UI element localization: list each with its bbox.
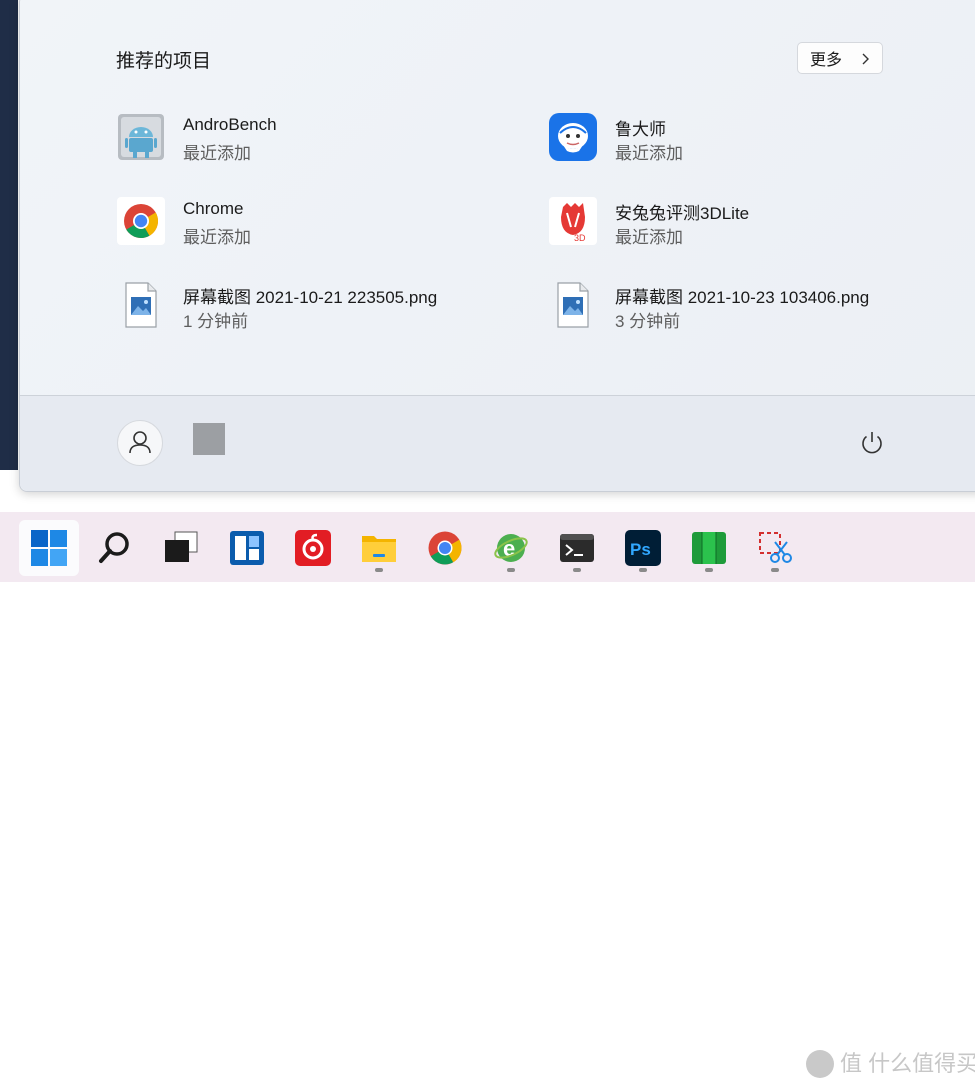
- recommended-item-ludashi[interactable]: 鲁大师 最近添加: [549, 113, 929, 173]
- folder-icon: [362, 536, 396, 562]
- taskbar-task-view[interactable]: [151, 520, 211, 576]
- recommended-item-antutu[interactable]: 3D 安兔兔评测3DLite 最近添加: [549, 197, 929, 257]
- running-indicator: [507, 568, 515, 572]
- start-menu-footer: [20, 396, 975, 491]
- chrome-icon: [428, 531, 462, 565]
- start-button[interactable]: [19, 520, 79, 576]
- photoshop-icon: Ps: [625, 530, 661, 566]
- item-subtitle: 最近添加: [615, 144, 683, 163]
- svg-text:Ps: Ps: [630, 540, 651, 559]
- antutu-icon: 3D: [549, 197, 597, 245]
- item-name: 鲁大师: [615, 120, 666, 139]
- green-app-icon: [692, 532, 726, 564]
- windows-logo-icon: [31, 530, 67, 566]
- desktop-background: [0, 0, 18, 470]
- taskbar-netease-music[interactable]: [283, 520, 343, 576]
- item-subtitle: 3 分钟前: [615, 312, 681, 331]
- item-subtitle: 最近添加: [615, 228, 683, 247]
- taskbar-photoshop[interactable]: Ps: [613, 520, 673, 576]
- netease-music-icon: [295, 530, 331, 566]
- taskbar-terminal[interactable]: [547, 520, 607, 576]
- footer-divider: [20, 395, 975, 396]
- taskbar: e Ps 值 什么值得买: [0, 512, 975, 1078]
- widgets-icon: [230, 531, 264, 565]
- recommended-item-screenshot-1[interactable]: 屏幕截图 2021-10-21 223505.png 1 分钟前: [117, 281, 497, 341]
- watermark-text: 值 什么值得买: [840, 1051, 975, 1076]
- recommended-item-androbench[interactable]: AndroBench 最近添加: [117, 113, 497, 173]
- user-account-button[interactable]: [117, 420, 163, 466]
- start-menu: 推荐的项目 更多 AndroBench 最近添加 鲁大师 最近添加 Chrome…: [19, 0, 975, 492]
- running-indicator: [705, 568, 713, 572]
- user-icon: [129, 431, 151, 454]
- item-subtitle: 最近添加: [183, 144, 251, 163]
- ludashi-icon: [549, 113, 597, 161]
- item-name: 屏幕截图 2021-10-23 103406.png: [615, 288, 870, 307]
- running-indicator: [375, 568, 383, 572]
- recommended-item-chrome[interactable]: Chrome 最近添加: [117, 197, 497, 257]
- chrome-icon: [117, 197, 165, 245]
- taskbar-snipping-tool[interactable]: [745, 520, 805, 576]
- item-subtitle: 1 分钟前: [183, 312, 249, 331]
- snipping-tool-icon: [759, 532, 792, 563]
- item-name: Chrome: [183, 199, 244, 218]
- taskbar-ie-browser[interactable]: e: [481, 520, 541, 576]
- running-indicator: [639, 568, 647, 572]
- ie-browser-icon: e: [494, 534, 528, 562]
- chevron-right-icon: [862, 53, 869, 65]
- image-file-icon: [125, 282, 157, 328]
- item-name: AndroBench: [183, 115, 277, 134]
- terminal-icon: [560, 534, 594, 562]
- taskbar-search[interactable]: [85, 520, 145, 576]
- search-icon: [99, 532, 129, 563]
- taskbar-widgets[interactable]: [217, 520, 277, 576]
- item-name: 安兔兔评测3DLite: [615, 204, 750, 223]
- more-button[interactable]: 更多: [797, 42, 883, 74]
- power-icon[interactable]: [858, 429, 886, 457]
- recommended-item-screenshot-2[interactable]: 屏幕截图 2021-10-23 103406.png 3 分钟前: [549, 281, 929, 341]
- more-button-label: 更多: [810, 52, 843, 69]
- taskbar-green-app[interactable]: [679, 520, 739, 576]
- watermark-logo: [806, 1050, 834, 1078]
- recommended-title: 推荐的项目: [116, 51, 212, 72]
- item-name: 屏幕截图 2021-10-21 223505.png: [183, 288, 438, 307]
- androbench-icon: [118, 114, 164, 160]
- image-file-icon: [557, 282, 589, 328]
- taskbar-file-explorer[interactable]: [349, 520, 409, 576]
- running-indicator: [771, 568, 779, 572]
- item-subtitle: 最近添加: [183, 228, 251, 247]
- taskbar-chrome[interactable]: [415, 520, 475, 576]
- task-view-icon: [165, 531, 198, 562]
- user-name-placeholder[interactable]: [193, 423, 225, 455]
- svg-text:3D: 3D: [574, 233, 586, 243]
- running-indicator: [573, 568, 581, 572]
